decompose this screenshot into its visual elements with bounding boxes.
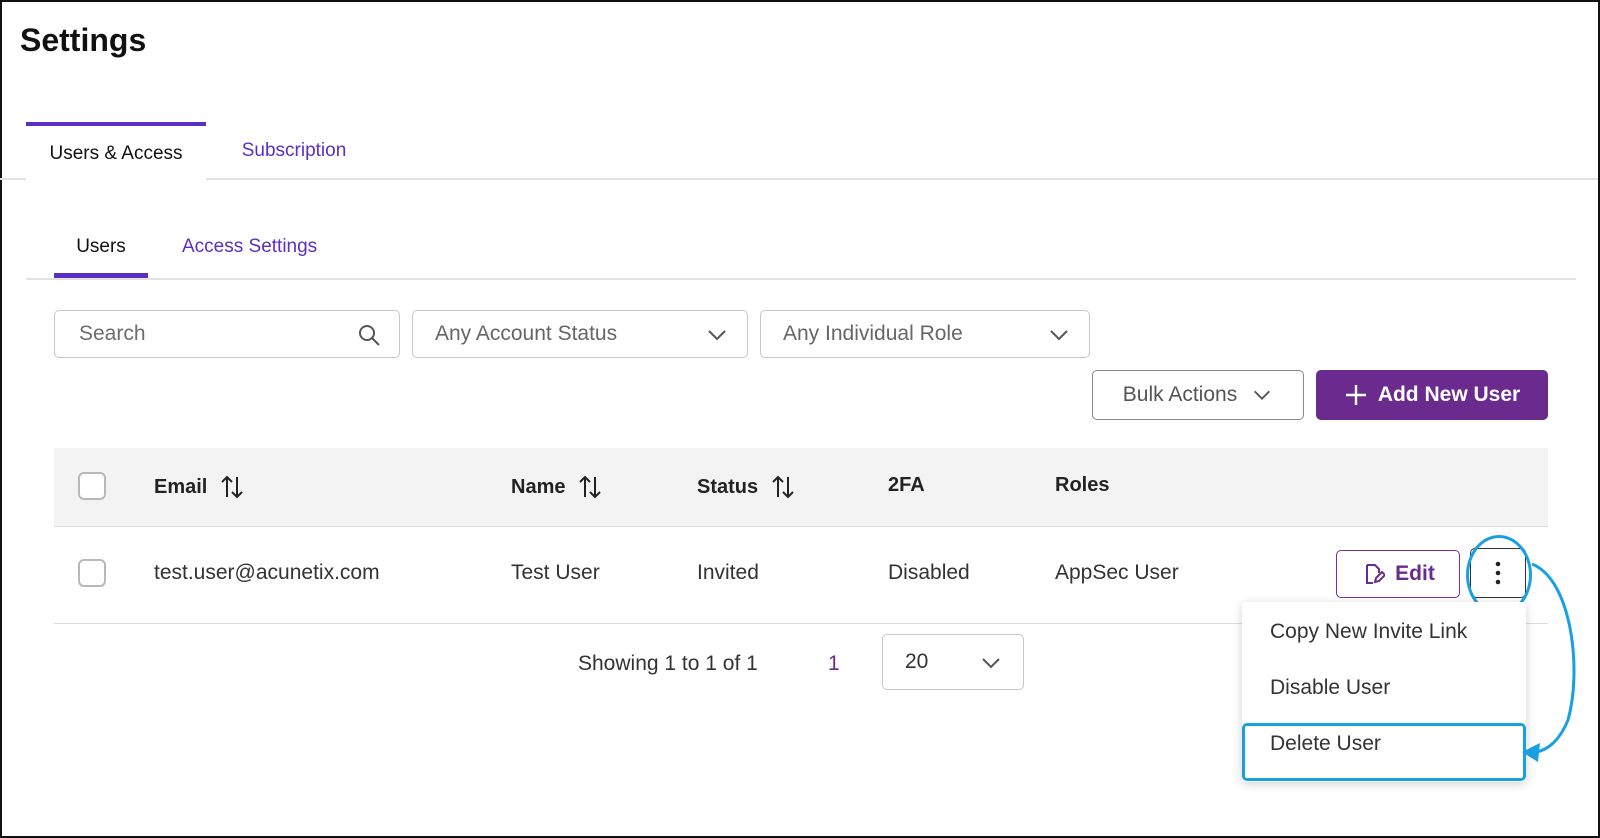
- column-email-label: Email: [154, 475, 208, 498]
- edit-icon: [1366, 564, 1386, 584]
- column-name-label: Name: [511, 475, 566, 498]
- edit-label: Edit: [1395, 562, 1435, 585]
- row-2fa: Disabled: [888, 561, 970, 584]
- search-input[interactable]: [77, 321, 377, 347]
- chevron-down-icon: [708, 330, 726, 341]
- page-size-select[interactable]: 20: [882, 634, 1024, 690]
- add-new-user-button[interactable]: Add New User: [1316, 370, 1548, 420]
- sub-tabs-divider: [26, 278, 1576, 280]
- add-new-user-label: Add New User: [1377, 383, 1521, 406]
- subtab-access-settings[interactable]: Access Settings: [182, 232, 317, 262]
- plus-icon: [1345, 385, 1366, 405]
- annotation-highlight-box: [1242, 723, 1526, 781]
- sort-icon[interactable]: [770, 474, 796, 500]
- individual-role-value: Any Individual Role: [783, 322, 963, 345]
- menu-item-copy-invite-link[interactable]: Copy New Invite Link: [1270, 620, 1467, 644]
- sort-icon[interactable]: [577, 474, 603, 500]
- tab-users-access[interactable]: Users & Access: [26, 122, 206, 182]
- account-status-value: Any Account Status: [435, 322, 618, 345]
- bulk-actions-button[interactable]: Bulk Actions: [1092, 370, 1304, 420]
- column-email[interactable]: Email: [154, 474, 245, 500]
- column-roles: Roles: [1055, 474, 1110, 496]
- row-status: Invited: [697, 561, 759, 584]
- account-status-select[interactable]: Any Account Status: [412, 310, 748, 358]
- row-name: Test User: [511, 561, 600, 584]
- column-2fa: 2FA: [888, 474, 925, 496]
- page-number-current[interactable]: 1: [828, 652, 840, 676]
- tab-subscription[interactable]: Subscription: [214, 122, 374, 180]
- chevron-down-icon: [1254, 390, 1271, 400]
- page-title: Settings: [20, 22, 147, 58]
- search-field[interactable]: [54, 310, 400, 358]
- edit-button[interactable]: Edit: [1336, 550, 1460, 598]
- column-name[interactable]: Name: [511, 474, 603, 500]
- row-checkbox[interactable]: [78, 559, 106, 587]
- menu-item-disable-user[interactable]: Disable User: [1270, 676, 1390, 700]
- chevron-down-icon: [1050, 330, 1068, 341]
- bulk-actions-label: Bulk Actions: [1122, 383, 1238, 406]
- individual-role-select[interactable]: Any Individual Role: [760, 310, 1090, 358]
- subtab-users[interactable]: Users: [54, 232, 148, 278]
- chevron-down-icon: [982, 658, 1000, 669]
- column-status-label: Status: [697, 475, 759, 498]
- column-status[interactable]: Status: [697, 474, 796, 500]
- page-size-value: 20: [905, 650, 929, 673]
- search-icon[interactable]: [357, 323, 381, 347]
- table-header: Email Name Status 2FA Roles: [54, 448, 1548, 526]
- pagination-summary: Showing 1 to 1 of 1: [578, 652, 758, 675]
- annotation-arrow-icon: [1522, 562, 1576, 762]
- row-email: test.user@acunetix.com: [154, 561, 380, 584]
- row-roles: AppSec User: [1055, 561, 1179, 584]
- select-all-checkbox[interactable]: [78, 472, 106, 500]
- sort-icon[interactable]: [219, 474, 245, 500]
